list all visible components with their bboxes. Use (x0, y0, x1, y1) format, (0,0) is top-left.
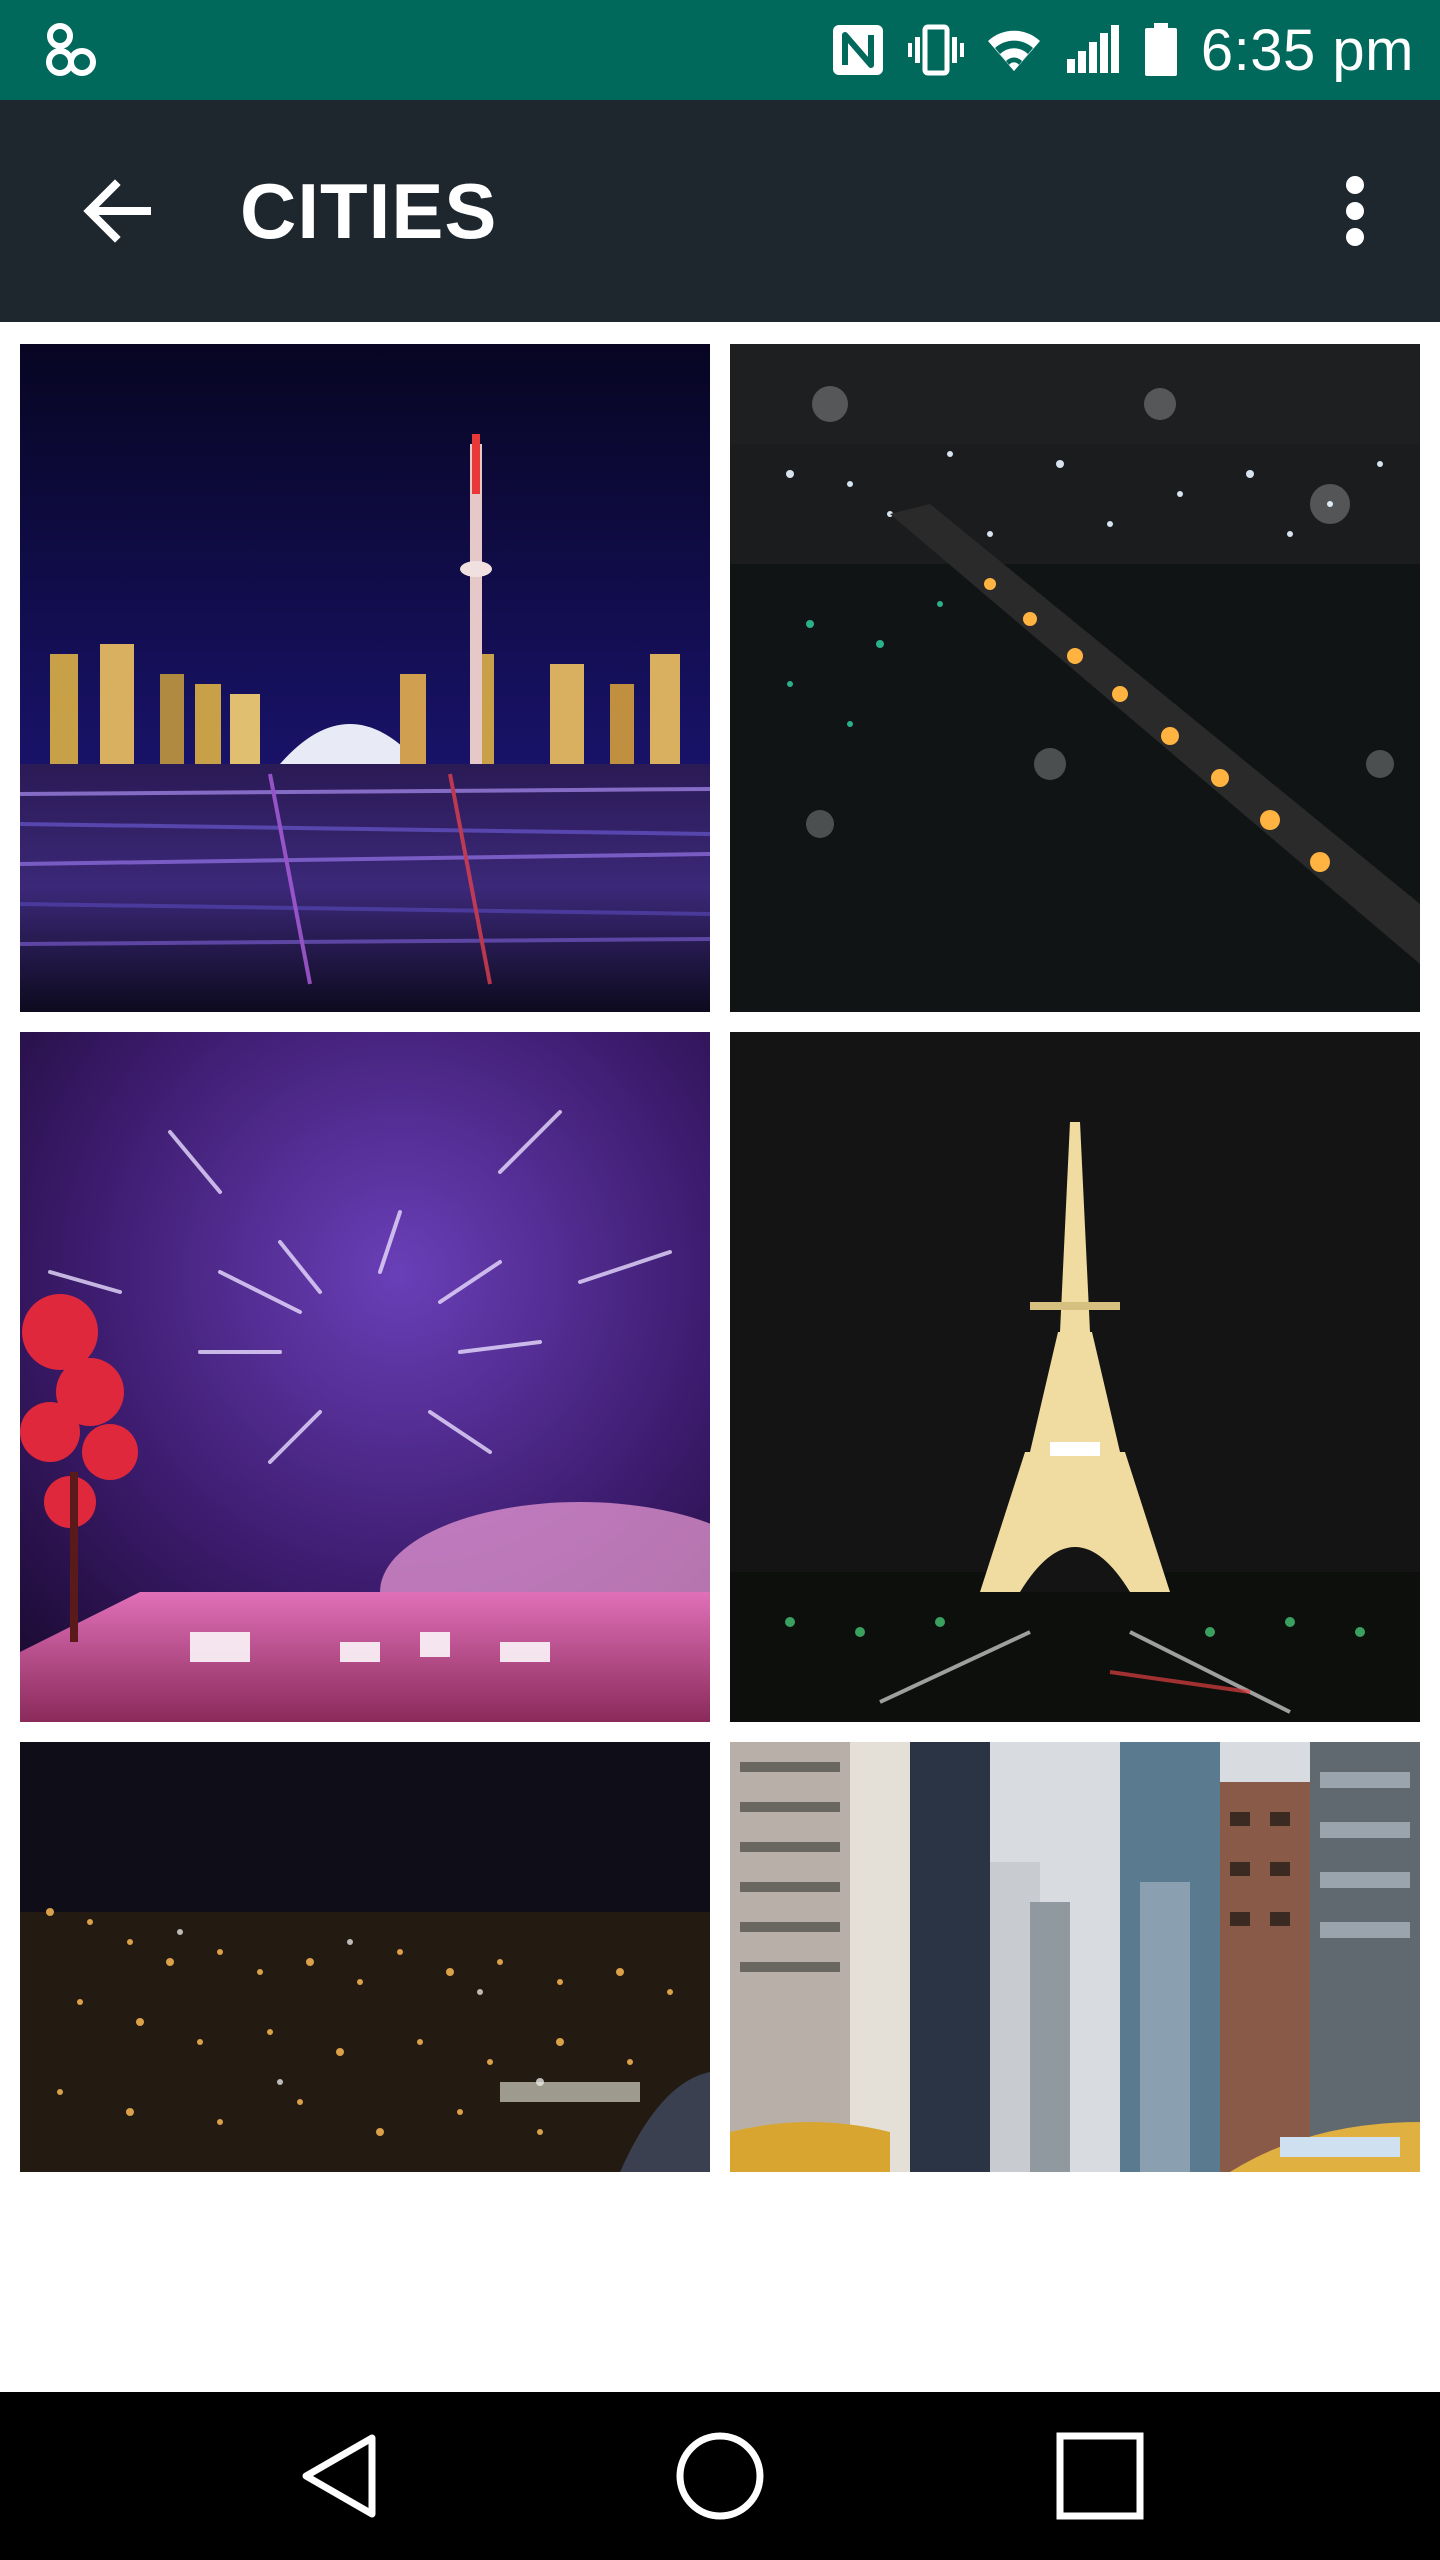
nyc-street-photo (730, 1742, 1420, 2172)
more-vert-icon (1346, 176, 1364, 246)
status-icons: 6:35 pm (829, 0, 1414, 100)
gallery-item-city-lights[interactable] (20, 1742, 710, 2172)
bridge-photo (730, 344, 1420, 1012)
gallery-item-fireworks[interactable] (20, 1032, 710, 1722)
status-bar: 6:35 pm (0, 0, 1440, 100)
skyline-photo (20, 344, 710, 1012)
gallery-item-eiffel-tower[interactable] (730, 1032, 1420, 1722)
arrow-back-icon (83, 179, 151, 243)
image-grid (0, 322, 1440, 2192)
fireworks-photo (20, 1032, 710, 1722)
gallery-item-toronto-skyline[interactable] (20, 344, 710, 1012)
gallery-item-nyc-street[interactable] (730, 1742, 1420, 2172)
eiffel-photo (730, 1032, 1420, 1722)
wifi-icon (987, 30, 1040, 71)
nav-back-button[interactable] (280, 2416, 400, 2536)
back-triangle-icon (302, 2434, 376, 2518)
app-notification-icon (38, 18, 102, 82)
page-title: CITIES (240, 166, 498, 255)
system-navigation-bar (0, 2392, 1440, 2560)
home-circle-icon (676, 2432, 764, 2520)
recents-square-icon (1056, 2432, 1144, 2520)
nav-recents-button[interactable] (1040, 2416, 1160, 2536)
city-lights-photo (20, 1742, 710, 2172)
nav-home-button[interactable] (660, 2416, 780, 2536)
more-options-button[interactable] (1300, 156, 1410, 266)
status-time: 6:35 pm (1200, 17, 1414, 83)
nfc-icon (832, 25, 883, 75)
back-button[interactable] (62, 156, 172, 266)
cell-signal-icon (1066, 25, 1119, 73)
app-bar: CITIES (0, 100, 1440, 322)
gallery-item-bridge-night[interactable] (730, 344, 1420, 1012)
battery-icon (1144, 23, 1177, 76)
vibrate-icon (907, 24, 964, 76)
